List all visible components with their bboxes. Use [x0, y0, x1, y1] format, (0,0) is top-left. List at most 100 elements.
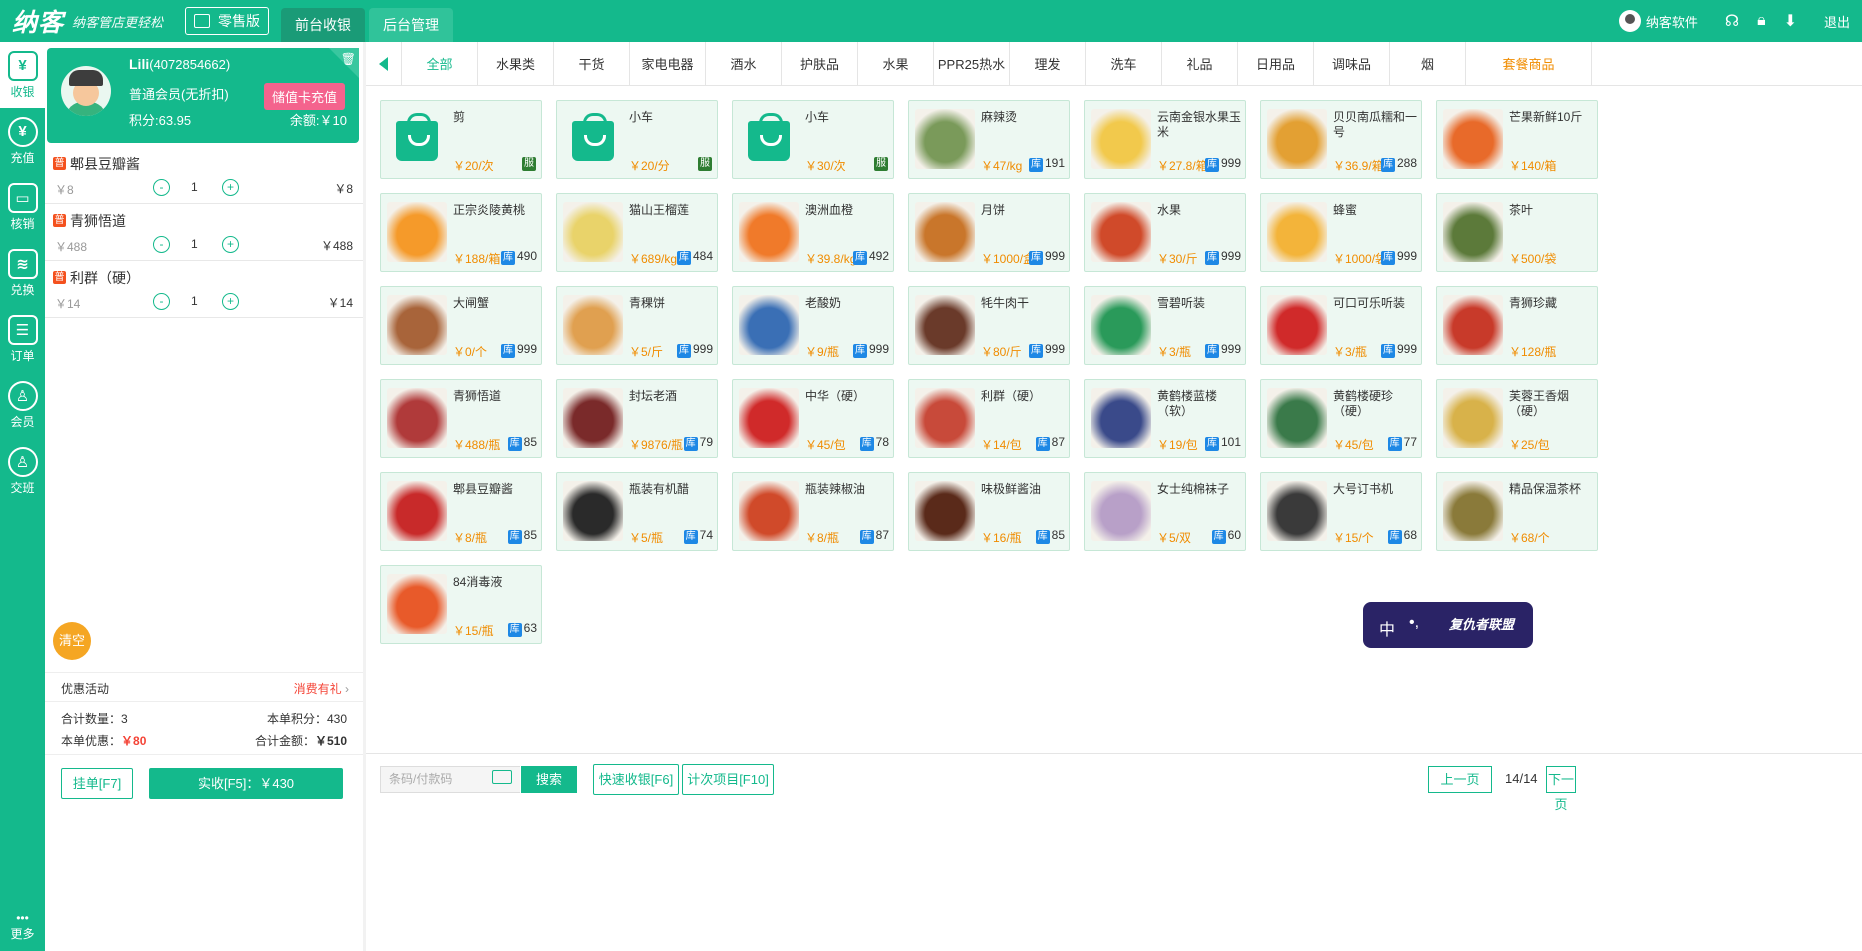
category-tab[interactable]: 礼品: [1162, 41, 1238, 86]
lock-icon[interactable]: 🔒︎: [1757, 12, 1766, 30]
top-right-tools: 纳客软件 ☊ 🔒︎ ⬇ 退出: [1618, 0, 1862, 42]
category-tab[interactable]: 家电电器: [630, 41, 706, 86]
headset-icon[interactable]: ☊: [1725, 11, 1739, 31]
product-card[interactable]: 月饼 ￥1000/盒库 999: [908, 193, 1070, 272]
product-card[interactable]: 茶叶 ￥500/袋: [1436, 193, 1598, 272]
product-card[interactable]: 黄鹤楼蓝楼（软） ￥19/包库 101: [1084, 379, 1246, 458]
trash-icon[interactable]: 🗑︎: [341, 52, 356, 66]
product-card[interactable]: 精品保温茶杯 ￥68/个: [1436, 472, 1598, 551]
logout-button[interactable]: 退出: [1824, 12, 1850, 31]
product-card[interactable]: 84消毒液 ￥15/瓶库 63: [380, 565, 542, 644]
next-page-button[interactable]: 下一页: [1546, 766, 1576, 812]
category-tab[interactable]: 洗车: [1086, 41, 1162, 86]
sidebar-more[interactable]: ••• 更多: [0, 901, 45, 951]
product-card[interactable]: 芒果新鲜10斤 ￥140/箱: [1436, 100, 1598, 179]
sidebar-item-members[interactable]: ♙ 会员: [0, 372, 45, 438]
category-tab[interactable]: 理发: [1010, 41, 1086, 86]
increase-button[interactable]: +: [222, 293, 239, 310]
category-tab[interactable]: PPR25热水: [934, 41, 1010, 86]
member-card[interactable]: 🗑︎ Lili(4072854662) 普通会员(无折扣) 储值卡充值 积分:6…: [47, 48, 359, 143]
category-tab[interactable]: 烟: [1390, 41, 1466, 86]
category-tab[interactable]: 水果: [858, 41, 934, 86]
download-icon[interactable]: ⬇: [1784, 11, 1797, 31]
checkout-button[interactable]: 实收[F5]：￥430: [149, 768, 343, 799]
product-card[interactable]: 芙蓉王香烟（硬） ￥25/包: [1436, 379, 1598, 458]
sidebar-item-exchange[interactable]: ≋ 兑换: [0, 240, 45, 306]
ime-lang[interactable]: 中: [1379, 616, 1395, 640]
product-card[interactable]: 青狮珍藏 ￥128/瓶: [1436, 286, 1598, 365]
tab-back-office[interactable]: 后台管理: [369, 8, 454, 42]
tab-front-cashier[interactable]: 前台收银: [281, 8, 366, 42]
product-card[interactable]: 郫县豆瓣酱 ￥8/瓶 库 85: [380, 472, 542, 551]
product-card[interactable]: 小车 ￥20/分 服: [556, 100, 718, 179]
category-tab[interactable]: 干货: [554, 41, 630, 86]
category-tab[interactable]: 水果类: [478, 41, 554, 86]
decrease-button[interactable]: -: [153, 179, 170, 196]
sidebar-item-orders[interactable]: ☰ 订单: [0, 306, 45, 372]
increase-button[interactable]: +: [222, 179, 239, 196]
product-card[interactable]: 瓶装辣椒油 ￥8/瓶 库 87: [732, 472, 894, 551]
product-card[interactable]: 澳洲血橙 ￥39.8/kg 库 492: [732, 193, 894, 272]
category-prev-button[interactable]: [366, 41, 402, 86]
category-tab[interactable]: 套餐商品: [1466, 41, 1592, 86]
recharge-card-button[interactable]: 储值卡充值: [263, 83, 345, 110]
product-card[interactable]: 青稞饼 ￥5/斤库 999: [556, 286, 718, 365]
quick-checkout-button[interactable]: 快速收银[F6]: [593, 764, 679, 795]
decrease-button[interactable]: -: [153, 293, 170, 310]
sidebar-item-handover[interactable]: ♙ 交班: [0, 438, 45, 504]
product-card[interactable]: 雪碧听装 ￥3/瓶库 999: [1084, 286, 1246, 365]
product-card[interactable]: 贝贝南瓜糯和一号 ￥36.9/箱库 288: [1260, 100, 1422, 179]
product-image: [563, 295, 623, 355]
product-card[interactable]: 可口可乐听装 ￥3/瓶库 999: [1260, 286, 1422, 365]
user-menu[interactable]: 纳客软件: [1618, 10, 1698, 32]
product-card[interactable]: 小车 ￥30/次 服: [732, 100, 894, 179]
sidebar-item-recharge[interactable]: ¥ 充值: [0, 108, 45, 174]
ime-punct[interactable]: •,: [1409, 614, 1419, 632]
product-card[interactable]: 大号订书机 ￥15/个库 68: [1260, 472, 1422, 551]
cart-item-qty[interactable]: 1: [191, 294, 198, 308]
product-card[interactable]: 水果 ￥30/斤库 999: [1084, 193, 1246, 272]
cart-item[interactable]: 普 利群（硬） ￥14 - 1 + ￥14: [45, 261, 363, 318]
product-card[interactable]: 味极鲜酱油 ￥16/瓶库 85: [908, 472, 1070, 551]
search-button[interactable]: 搜索: [521, 766, 577, 793]
product-price: ￥128/瓶: [1509, 345, 1557, 359]
category-tab[interactable]: 护肤品: [782, 41, 858, 86]
keyboard-icon[interactable]: [492, 770, 512, 784]
product-card[interactable]: 牦牛肉干 ￥80/斤库 999: [908, 286, 1070, 365]
category-tab[interactable]: 全部: [402, 41, 478, 86]
product-card[interactable]: 蜂蜜 ￥1000/袋库 999: [1260, 193, 1422, 272]
product-card[interactable]: 大闸蟹 ￥0/个库 999: [380, 286, 542, 365]
product-card[interactable]: 黄鹤楼硬珍（硬） ￥45/包库 77: [1260, 379, 1422, 458]
product-card[interactable]: 剪 ￥20/次 服: [380, 100, 542, 179]
sidebar-item-cashier[interactable]: ¥ 收银: [0, 42, 45, 108]
cart-item[interactable]: 普 郫县豆瓣酱 ￥8 - 1 + ￥8: [45, 147, 363, 204]
category-tab[interactable]: 酒水: [706, 41, 782, 86]
category-tab[interactable]: 调味品: [1314, 41, 1390, 86]
sidebar-item-verify[interactable]: ▭ 核销: [0, 174, 45, 240]
prev-page-button[interactable]: 上一页: [1428, 766, 1492, 793]
product-card[interactable]: 利群（硬） ￥14/包库 87: [908, 379, 1070, 458]
clear-cart-button[interactable]: 清空: [53, 622, 91, 660]
product-card[interactable]: 女士纯棉袜子 ￥5/双 库 60: [1084, 472, 1246, 551]
edition-button[interactable]: 零售版: [185, 7, 270, 35]
ime-toolbar[interactable]: 中 •, 复仇者联盟: [1363, 602, 1533, 648]
promotion-row[interactable]: 优惠活动 消费有礼 ›: [45, 672, 363, 702]
product-card[interactable]: 老酸奶 ￥9/瓶库 999: [732, 286, 894, 365]
cart-item-qty[interactable]: 1: [191, 180, 198, 194]
increase-button[interactable]: +: [222, 236, 239, 253]
product-card[interactable]: 正宗炎陵黄桃 ￥188/箱库 490: [380, 193, 542, 272]
sidebar-item-label: 兑换: [10, 282, 35, 297]
product-card[interactable]: 中华（硬） ￥45/包库 78: [732, 379, 894, 458]
hold-order-button[interactable]: 挂单[F7]: [61, 768, 133, 799]
product-card[interactable]: 云南金银水果玉米 ￥27.8/箱库 999: [1084, 100, 1246, 179]
decrease-button[interactable]: -: [153, 236, 170, 253]
cart-item-qty[interactable]: 1: [191, 237, 198, 251]
product-card[interactable]: 封坛老酒 ￥9876/瓶库 79: [556, 379, 718, 458]
cart-item[interactable]: 普 青狮悟道 ￥488 - 1 + ￥488: [45, 204, 363, 261]
product-card[interactable]: 瓶装有机醋 ￥5/瓶 库 74: [556, 472, 718, 551]
count-items-button[interactable]: 计次项目[F10]: [682, 764, 774, 795]
product-card[interactable]: 麻辣烫 ￥47/kg 库 191: [908, 100, 1070, 179]
category-tab[interactable]: 日用品: [1238, 41, 1314, 86]
product-card[interactable]: 猫山王榴莲 ￥689/kg 库 484: [556, 193, 718, 272]
product-card[interactable]: 青狮悟道 ￥488/瓶库 85: [380, 379, 542, 458]
